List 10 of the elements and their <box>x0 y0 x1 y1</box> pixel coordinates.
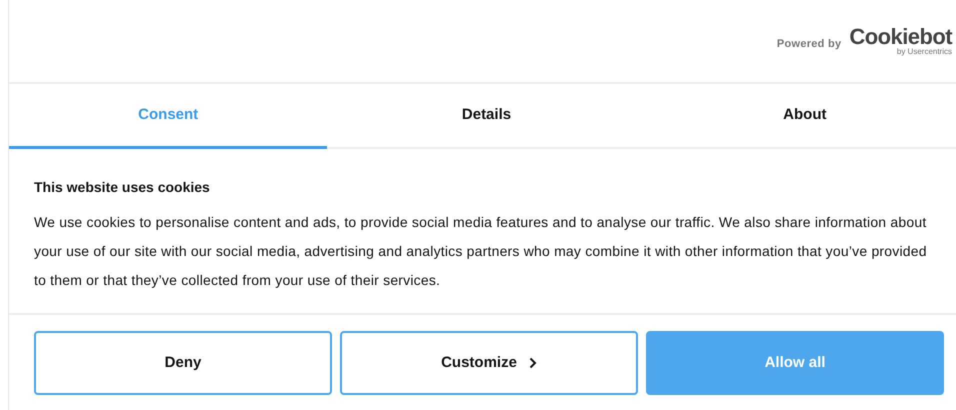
consent-button[interactable]: Customize <box>340 331 638 395</box>
body-text: We use cookies to personalise content and ads, to provide social media features and to analyse our traffic. We also share information about your use of our site with our social media, advertising and analytics partners who may combine it with other information that you’ve provided to them or that they’ve collected from your use of their services. <box>34 213 928 290</box>
brand-subtitle: by Usercentrics <box>896 48 952 56</box>
brand-logo: Cookiebot <box>849 26 952 48</box>
section-title: This website uses cookies <box>34 178 211 197</box>
powered-by-text: Powered by <box>776 36 842 52</box>
chevron-right-icon <box>528 357 537 369</box>
consent-button[interactable]: Deny <box>34 331 332 395</box>
tab[interactable]: About <box>646 84 956 149</box>
tab[interactable]: Details <box>327 84 646 149</box>
